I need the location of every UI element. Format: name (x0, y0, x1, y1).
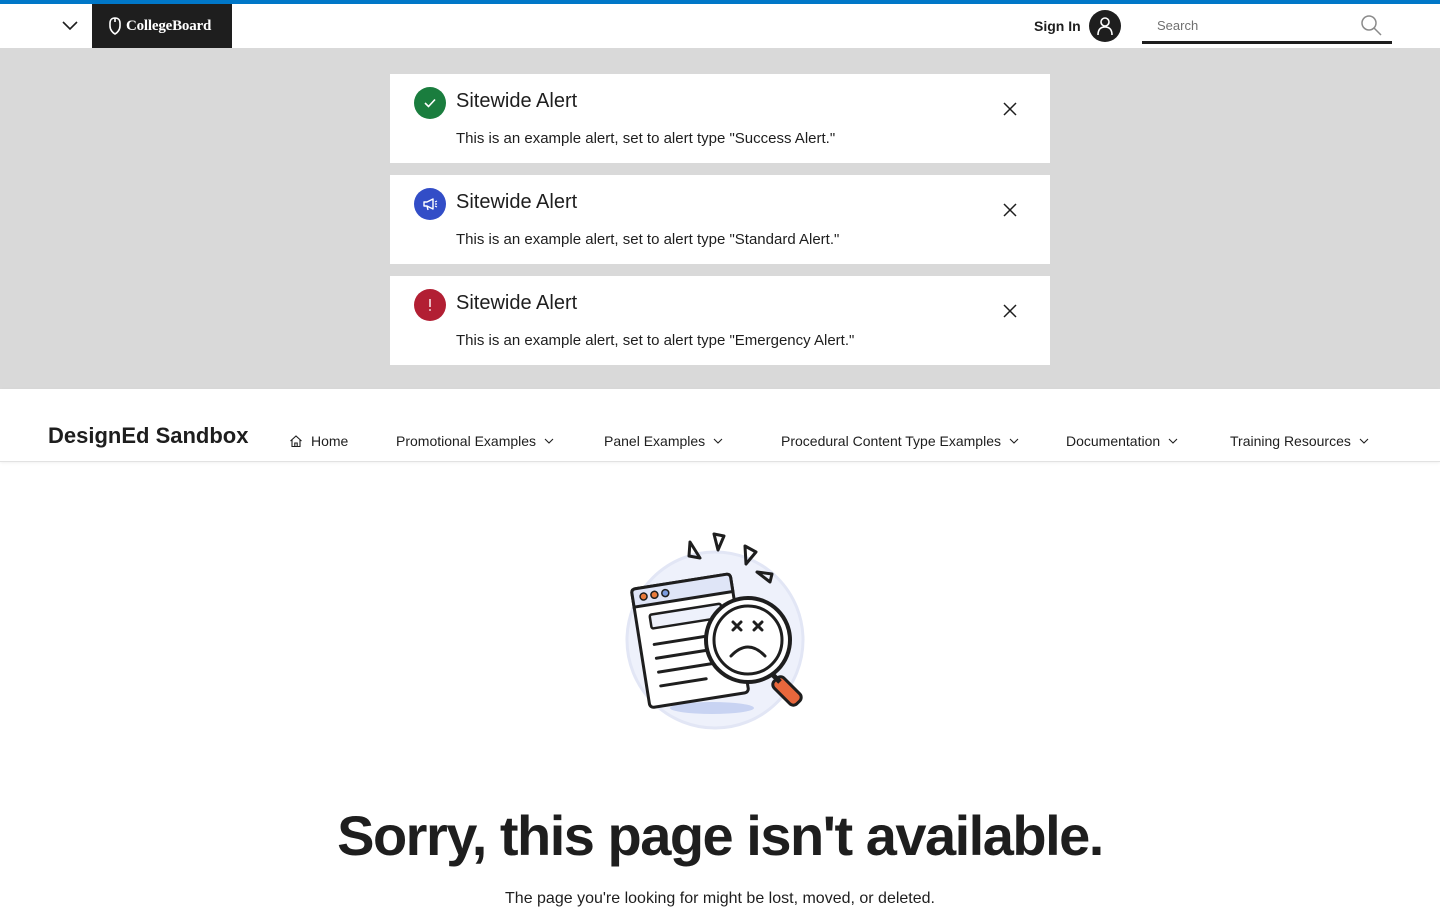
nav-item-label: Home (311, 433, 349, 449)
search-button[interactable] (1360, 14, 1384, 38)
alert-message: This is an example alert, set to alert t… (456, 332, 855, 349)
local-navigation: DesignEd Sandbox Home Promotional Exampl… (0, 389, 1440, 462)
global-menu-toggle[interactable] (54, 8, 86, 44)
close-icon (1003, 203, 1017, 217)
collegeboard-logo[interactable]: CollegeBoard (92, 4, 232, 48)
sign-in-button[interactable]: Sign In (1034, 10, 1121, 42)
page-heading: Sorry, this page isn't available. (337, 804, 1104, 867)
alert-close-button[interactable] (1000, 301, 1020, 321)
nav-item-label: Panel Examples (604, 433, 706, 449)
nav-item-panel-examples[interactable]: Panel Examples (604, 433, 723, 449)
chevron-down-icon (713, 438, 723, 444)
alert-standard: Sitewide Alert This is an example alert,… (390, 175, 1050, 264)
search-box (1142, 8, 1392, 44)
sign-in-label: Sign In (1034, 18, 1081, 34)
page-not-found-illustration (620, 530, 820, 735)
nav-item-promotional-examples[interactable]: Promotional Examples (396, 433, 554, 449)
search-icon (1361, 15, 1382, 36)
chevron-down-icon (62, 21, 78, 31)
alerts-region: Sitewide Alert This is an example alert,… (0, 48, 1440, 389)
nav-item-procedural-content-type-examples[interactable]: Procedural Content Type Examples (781, 433, 1019, 449)
alert-title: Sitewide Alert (456, 292, 578, 314)
nav-item-training-resources[interactable]: Training Resources (1230, 433, 1369, 449)
chevron-down-icon (1168, 438, 1178, 444)
nav-item-label: Procedural Content Type Examples (781, 433, 1001, 449)
chevron-down-icon (1009, 438, 1019, 444)
user-icon (1096, 17, 1113, 36)
chevron-down-icon (1359, 438, 1369, 444)
nav-item-label: Documentation (1066, 433, 1161, 449)
alert-emergency: Sitewide Alert This is an example alert,… (390, 276, 1050, 365)
site-title[interactable]: DesignEd Sandbox (48, 423, 248, 449)
nav-item-documentation[interactable]: Documentation (1066, 433, 1178, 449)
nav-item-label: Training Resources (1230, 433, 1351, 449)
close-icon (1003, 102, 1017, 116)
alert-title: Sitewide Alert (456, 90, 578, 112)
alert-message: This is an example alert, set to alert t… (456, 130, 836, 147)
megaphone-icon (414, 188, 446, 220)
global-header: CollegeBoard Sign In (0, 4, 1440, 48)
close-icon (1003, 304, 1017, 318)
user-avatar (1088, 10, 1121, 42)
exclamation-icon (414, 289, 446, 321)
page-subtext: The page you're looking for might be los… (505, 890, 935, 907)
home-icon (290, 435, 302, 448)
acorn-icon (109, 17, 121, 35)
nav-item-home[interactable]: Home (289, 433, 348, 449)
nav-item-label: Promotional Examples (396, 433, 537, 449)
alert-close-button[interactable] (1000, 200, 1020, 220)
alert-title: Sitewide Alert (456, 191, 578, 213)
check-icon (414, 87, 446, 119)
alert-close-button[interactable] (1000, 99, 1020, 119)
alert-success: Sitewide Alert This is an example alert,… (390, 74, 1050, 163)
brand-name: CollegeBoard (126, 17, 212, 34)
search-input[interactable] (1142, 12, 1352, 38)
chevron-down-icon (544, 438, 554, 444)
alert-message: This is an example alert, set to alert t… (456, 231, 840, 248)
